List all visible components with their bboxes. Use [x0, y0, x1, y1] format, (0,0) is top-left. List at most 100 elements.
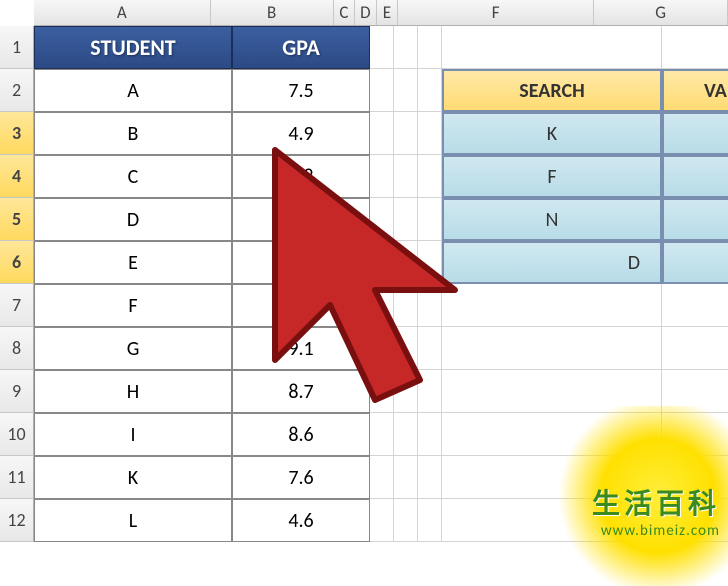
cell-empty[interactable] [394, 198, 418, 241]
cell-gpa-header[interactable]: GPA [232, 26, 370, 69]
cell-gpa[interactable]: 9.1 [232, 327, 370, 370]
row-header-1[interactable]: 1 [0, 26, 34, 69]
cell-gpa[interactable]: 8.8 [232, 155, 370, 198]
cell-gpa[interactable]: 6.7 [232, 284, 370, 327]
cell-gpa[interactable]: 7.6 [232, 456, 370, 499]
cell-search[interactable]: D [442, 241, 662, 284]
cell-empty[interactable] [394, 370, 418, 413]
row-header-6[interactable]: 6 [0, 241, 34, 284]
cell-value[interactable]: 7. [662, 241, 728, 284]
cell-empty[interactable] [442, 327, 662, 370]
row-header-2[interactable]: 2 [0, 69, 34, 112]
cell-empty[interactable] [662, 370, 728, 413]
col-header-g[interactable]: G [594, 0, 728, 25]
cell-empty[interactable] [662, 284, 728, 327]
cell-empty[interactable] [418, 284, 442, 327]
cell-empty[interactable] [418, 456, 442, 499]
cell-empty[interactable] [370, 284, 394, 327]
cell-student[interactable]: L [34, 499, 232, 542]
cell-empty[interactable] [370, 456, 394, 499]
cell-empty[interactable] [370, 112, 394, 155]
cell-empty[interactable] [662, 327, 728, 370]
cell-student[interactable]: A [34, 69, 232, 112]
cell-student[interactable]: G [34, 327, 232, 370]
cell-student[interactable]: D [34, 198, 232, 241]
cell-empty[interactable] [370, 69, 394, 112]
cell-empty[interactable] [370, 155, 394, 198]
cell-empty[interactable] [418, 327, 442, 370]
col-header-d[interactable]: D [355, 0, 377, 25]
cell-empty[interactable] [394, 499, 418, 542]
cell-empty[interactable] [418, 413, 442, 456]
cell-empty[interactable] [370, 370, 394, 413]
cell-empty[interactable] [418, 69, 442, 112]
cell-gpa[interactable]: 4.6 [232, 499, 370, 542]
cell-gpa[interactable]: 8.7 [232, 370, 370, 413]
cell-gpa[interactable]: 7.9 [232, 198, 370, 241]
row-header-11[interactable]: 11 [0, 456, 34, 499]
cell-empty[interactable] [442, 370, 662, 413]
cell-search[interactable]: K [442, 112, 662, 155]
cell-search-header[interactable]: SEARCH [442, 69, 662, 112]
cell-value-header[interactable]: VA [662, 69, 728, 112]
row-header-4[interactable]: 4 [0, 155, 34, 198]
cell-empty[interactable] [370, 499, 394, 542]
cell-empty[interactable] [394, 155, 418, 198]
cell-empty[interactable] [370, 327, 394, 370]
col-header-e[interactable]: E [377, 0, 399, 25]
cell-empty[interactable] [394, 413, 418, 456]
cell-student[interactable]: B [34, 112, 232, 155]
cell-student[interactable]: K [34, 456, 232, 499]
cell-empty[interactable] [662, 456, 728, 499]
cell-empty[interactable] [370, 241, 394, 284]
cell-student[interactable]: H [34, 370, 232, 413]
cell-student[interactable]: I [34, 413, 232, 456]
cell-empty[interactable] [442, 26, 662, 69]
cell-search[interactable]: F [442, 155, 662, 198]
cell-empty[interactable] [418, 499, 442, 542]
cell-empty[interactable] [442, 284, 662, 327]
cell-empty[interactable] [418, 26, 442, 69]
col-header-a[interactable]: A [34, 0, 211, 25]
cell-empty[interactable] [394, 456, 418, 499]
cell-empty[interactable] [370, 413, 394, 456]
cell-student-header[interactable]: STUDENT [34, 26, 232, 69]
cell-gpa[interactable]: 7.5 [232, 69, 370, 112]
cell-search[interactable]: N [442, 198, 662, 241]
cell-gpa[interactable]: 4.9 [232, 112, 370, 155]
cell-empty[interactable] [442, 456, 662, 499]
cell-empty[interactable] [442, 413, 662, 456]
cell-empty[interactable] [370, 26, 394, 69]
cell-empty[interactable] [418, 241, 442, 284]
cell-empty[interactable] [418, 155, 442, 198]
cell-student[interactable]: E [34, 241, 232, 284]
cell-empty[interactable] [394, 241, 418, 284]
row-header-9[interactable]: 9 [0, 370, 34, 413]
cell-value[interactable]: 8. [662, 198, 728, 241]
col-header-b[interactable]: B [211, 0, 334, 25]
cell-value[interactable]: 7. [662, 112, 728, 155]
row-header-7[interactable]: 7 [0, 284, 34, 327]
cell-empty[interactable] [370, 198, 394, 241]
cell-student[interactable]: F [34, 284, 232, 327]
cell-empty[interactable] [662, 26, 728, 69]
cell-empty[interactable] [662, 413, 728, 456]
cell-value[interactable]: 6. [662, 155, 728, 198]
cell-empty[interactable] [394, 284, 418, 327]
row-header-3[interactable]: 3 [0, 112, 34, 155]
col-header-c[interactable]: C [334, 0, 356, 25]
cell-empty[interactable] [394, 327, 418, 370]
cell-empty[interactable] [418, 112, 442, 155]
cell-empty[interactable] [418, 198, 442, 241]
cell-gpa[interactable]: 5.8 [232, 241, 370, 284]
cell-empty[interactable] [442, 499, 662, 542]
cell-empty[interactable] [394, 26, 418, 69]
cell-empty[interactable] [418, 370, 442, 413]
cell-gpa[interactable]: 8.6 [232, 413, 370, 456]
row-header-10[interactable]: 10 [0, 413, 34, 456]
cell-empty[interactable] [394, 69, 418, 112]
row-header-8[interactable]: 8 [0, 327, 34, 370]
cell-student[interactable]: C [34, 155, 232, 198]
row-header-12[interactable]: 12 [0, 499, 34, 542]
col-header-f[interactable]: F [398, 0, 594, 25]
